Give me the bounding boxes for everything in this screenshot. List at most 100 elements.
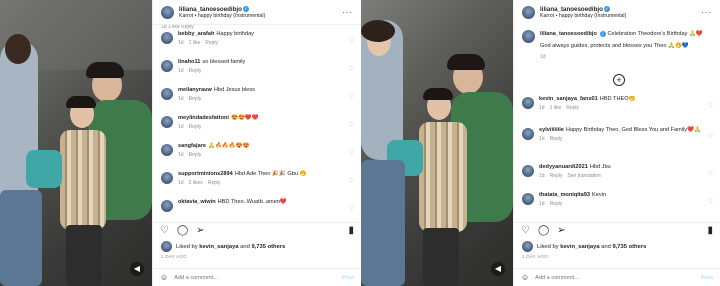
post-photo-left[interactable]: ◀ [0, 0, 152, 286]
heart-icon[interactable]: ♡ [160, 225, 169, 236]
liked-by-prefix: Liked by [537, 243, 559, 250]
comment-list[interactable]: kevin_sanjaya_fans01 HBD THEO🤭 1d 1 like Re… [514, 96, 720, 220]
emoji-icon[interactable]: ☺ [160, 273, 168, 282]
like-comment-icon[interactable]: ♡ [349, 37, 354, 44]
avatar[interactable] [522, 241, 533, 252]
caption-text: Celebration Theodore's Birthday 🙏❤️ [607, 31, 703, 37]
caption-username[interactable]: liliana_tanoesoedibjo [540, 31, 597, 37]
avatar[interactable] [161, 5, 174, 19]
comment-text: HBD THEO🤭 [599, 96, 636, 102]
avatar[interactable] [522, 193, 534, 205]
reply-link[interactable]: Reply [205, 40, 218, 46]
avatar[interactable] [522, 128, 534, 140]
comment-text: 🙏🔥🔥🔥😍😍 [207, 143, 250, 149]
comment-item: meylindadesfattoni 😍😍❤️❤️ 1d Reply ♡ [153, 115, 361, 143]
like-comment-icon[interactable]: ♡ [708, 170, 713, 177]
bookmark-icon[interactable]: ▮ [348, 225, 354, 236]
avatar[interactable] [522, 165, 534, 177]
like-comment-icon[interactable]: ♡ [349, 93, 354, 100]
share-icon[interactable]: ➢ [196, 225, 204, 236]
load-more-comments-icon[interactable]: + [613, 74, 625, 86]
liked-by-user[interactable]: kevin_sanjaya [199, 244, 238, 250]
avatar[interactable] [161, 88, 173, 100]
comment-likes[interactable]: 2 likes [189, 180, 203, 186]
post-time[interactable]: 1 DAY AGO [161, 254, 187, 259]
post-button[interactable]: Post [342, 275, 354, 281]
comment-list[interactable]: 1d 1 like Reply bebby_arafah Happy birthd… [153, 24, 361, 220]
reply-link[interactable]: Reply [566, 105, 579, 111]
comment-icon[interactable]: ◯ [177, 225, 188, 236]
comment-text: Hbd Jesus bless [213, 87, 255, 93]
avatar[interactable] [161, 241, 172, 252]
comment-username[interactable]: supportminions2894 [178, 171, 233, 177]
more-options-icon[interactable]: ··· [342, 8, 353, 17]
emoji-icon[interactable]: ☺ [521, 273, 529, 282]
header-username[interactable]: liliana_tanoesoedibjo [540, 6, 603, 13]
comment-item: supportminions2894 Hbd Ade Theo 🎉🎉 Gbu 🤭 … [153, 171, 361, 199]
reply-link[interactable]: Reply [189, 152, 202, 158]
like-comment-icon[interactable]: ♡ [708, 133, 713, 140]
mute-icon[interactable]: ◀ [491, 262, 505, 276]
comment-likes[interactable]: 1 like [550, 105, 562, 111]
audio-subtitle[interactable]: Karrot • happy birthday (Instrumental) [540, 13, 626, 19]
add-comment-bar: ☺ Post [153, 268, 361, 286]
avatar[interactable] [161, 32, 173, 44]
comment-username[interactable]: thatata_moniqita93 [539, 192, 590, 198]
more-options-icon[interactable]: ··· [701, 8, 712, 17]
heart-icon[interactable]: ♡ [521, 225, 530, 236]
reply-link[interactable]: Reply [550, 136, 563, 142]
avatar[interactable] [161, 60, 173, 72]
avatar[interactable] [161, 144, 173, 156]
avatar[interactable] [161, 172, 173, 184]
comment-username[interactable]: kevin_sanjaya_fans01 [539, 96, 598, 102]
comment-username[interactable]: meylindadesfattoni [178, 115, 229, 121]
like-comment-icon[interactable]: ♡ [349, 65, 354, 72]
like-comment-icon[interactable]: ♡ [349, 121, 354, 128]
reply-link[interactable]: Reply [189, 96, 202, 102]
reply-link[interactable]: Reply [189, 68, 202, 74]
audio-subtitle[interactable]: Karrot • happy birthday (Instrumental) [179, 13, 265, 19]
avatar[interactable] [522, 97, 534, 109]
comment-input[interactable] [535, 274, 695, 281]
like-comment-icon[interactable]: ♡ [349, 177, 354, 184]
avatar[interactable] [522, 30, 535, 43]
avatar[interactable] [161, 116, 173, 128]
liked-by-user[interactable]: kevin_sanjaya [560, 244, 599, 250]
mute-icon[interactable]: ◀ [130, 262, 144, 276]
liked-by-others[interactable]: 9,735 others [612, 244, 646, 250]
bookmark-icon[interactable]: ▮ [707, 225, 713, 236]
comment-username[interactable]: meilanyrauw [178, 87, 212, 93]
comment-username[interactable]: sangfajare [178, 143, 206, 149]
comment-time: 1d [178, 68, 184, 74]
comment-username[interactable]: linaho11 [178, 59, 200, 65]
avatar[interactable] [161, 200, 173, 212]
post-button[interactable]: Post [701, 275, 713, 281]
avatar[interactable] [522, 5, 535, 19]
post-photo-right[interactable]: ◀ [361, 0, 513, 286]
reply-link[interactable]: Reply [189, 124, 202, 130]
header-username[interactable]: liliana_tanoesoedibjo [179, 6, 242, 13]
post-actions: ♡ ◯ ➢ ▮ [153, 222, 361, 238]
reply-link[interactable]: Reply [550, 173, 563, 179]
liked-by: Liked by kevin_sanjaya and 9,735 others [161, 241, 285, 252]
like-comment-icon[interactable]: ♡ [708, 198, 713, 205]
comment-time: 1d [178, 124, 184, 130]
comment-likes[interactable]: 1 like [189, 40, 201, 46]
reply-link[interactable]: Reply [208, 180, 221, 186]
comment-text: Happy Birthday Theo, God Bless You and F… [565, 127, 701, 133]
see-translation-link[interactable]: See translation [567, 173, 600, 179]
comment-username[interactable]: bebby_arafah [178, 31, 214, 37]
share-icon[interactable]: ➢ [557, 225, 565, 236]
comment-username[interactable]: dedyyanuardi2021 [539, 164, 588, 170]
reply-link[interactable]: Reply [550, 201, 563, 207]
liked-by-others[interactable]: 9,735 others [251, 244, 285, 250]
like-comment-icon[interactable]: ♡ [349, 149, 354, 156]
comment-username[interactable]: oktavia_wiwin [178, 199, 216, 205]
like-comment-icon[interactable]: ♡ [708, 102, 713, 109]
comment-username[interactable]: sylviiiiiiie [539, 127, 564, 133]
comment-icon[interactable]: ◯ [538, 225, 549, 236]
comment-input[interactable] [174, 274, 336, 281]
post-time[interactable]: 1 DAY AGO [522, 254, 548, 259]
liked-by-and: and [240, 243, 250, 250]
like-comment-icon[interactable]: ♡ [349, 205, 354, 212]
